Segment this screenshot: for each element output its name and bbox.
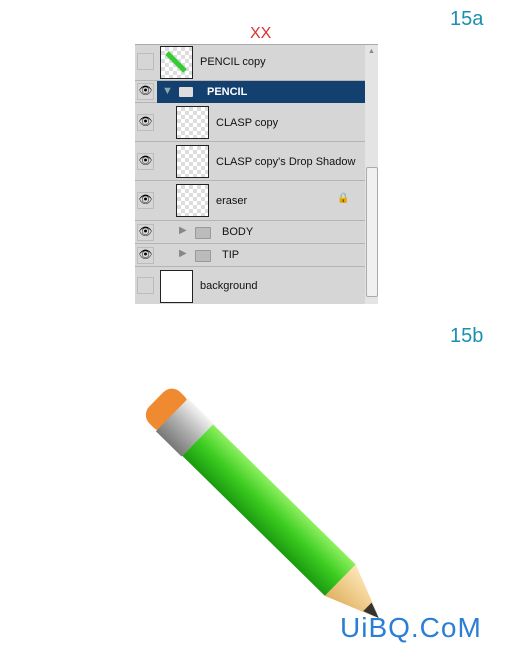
layer-row-clasp-copy[interactable]: 👁 CLASP copy [135, 103, 365, 142]
eye-icon[interactable]: 👁 [137, 114, 154, 131]
layer-name: eraser [216, 195, 248, 207]
folder-icon [195, 227, 211, 239]
eye-icon[interactable]: 👁 [137, 83, 154, 100]
layer-thumbnail [176, 145, 209, 178]
scrollbar[interactable]: ▲ [365, 45, 378, 304]
layer-name: background [200, 280, 258, 292]
layer-thumbnail [176, 184, 209, 217]
eye-icon[interactable]: 👁 [137, 192, 154, 209]
expand-triangle-icon[interactable]: ▼ [162, 85, 173, 97]
layer-row-background[interactable]: background [135, 267, 365, 304]
pencil-body [182, 424, 356, 596]
layer-row-pencil-group[interactable]: 👁 ▼ PENCIL [135, 81, 365, 103]
expand-triangle-icon[interactable]: ▶ [179, 225, 187, 236]
layer-name: PENCIL copy [200, 56, 266, 68]
layer-name: PENCIL [207, 86, 248, 98]
visibility-toggle[interactable] [137, 277, 154, 294]
layer-row-tip-group[interactable]: 👁 ▶ TIP [135, 244, 365, 267]
figure-label-15b: 15b [450, 325, 484, 347]
folder-icon [179, 87, 193, 97]
layer-row-pencil-copy[interactable]: PENCIL copy [135, 45, 365, 81]
layer-thumbnail [160, 270, 193, 303]
layer-row-eraser[interactable]: 👁 eraser 🔒 [135, 181, 365, 221]
folder-icon [195, 250, 211, 262]
layer-row-clasp-drop-shadow[interactable]: 👁 CLASP copy's Drop Shadow [135, 142, 365, 181]
layers-panel: PENCIL copy 👁 ▼ PENCIL 👁 CLASP copy 👁 CL… [135, 44, 378, 304]
lock-icon: 🔒 [337, 193, 350, 204]
layer-name: TIP [222, 249, 240, 261]
layer-thumbnail [160, 46, 193, 79]
xx-annotation: XX [250, 25, 272, 42]
visibility-toggle[interactable] [137, 53, 154, 70]
scroll-up-icon[interactable]: ▲ [368, 48, 375, 55]
layer-name: CLASP copy's Drop Shadow [216, 156, 356, 168]
eye-icon[interactable]: 👁 [137, 224, 154, 241]
eye-icon[interactable]: 👁 [137, 247, 154, 264]
layer-row-body-group[interactable]: 👁 ▶ BODY [135, 221, 365, 244]
scrollbar-thumb[interactable] [366, 167, 378, 297]
expand-triangle-icon[interactable]: ▶ [179, 248, 187, 259]
watermark: UiBQ.CoM [340, 612, 482, 643]
eye-icon[interactable]: 👁 [137, 153, 154, 170]
layer-thumbnail [176, 106, 209, 139]
figure-label-15a: 15a [450, 8, 484, 30]
layer-name: BODY [222, 226, 254, 238]
layer-name: CLASP copy [216, 117, 279, 129]
